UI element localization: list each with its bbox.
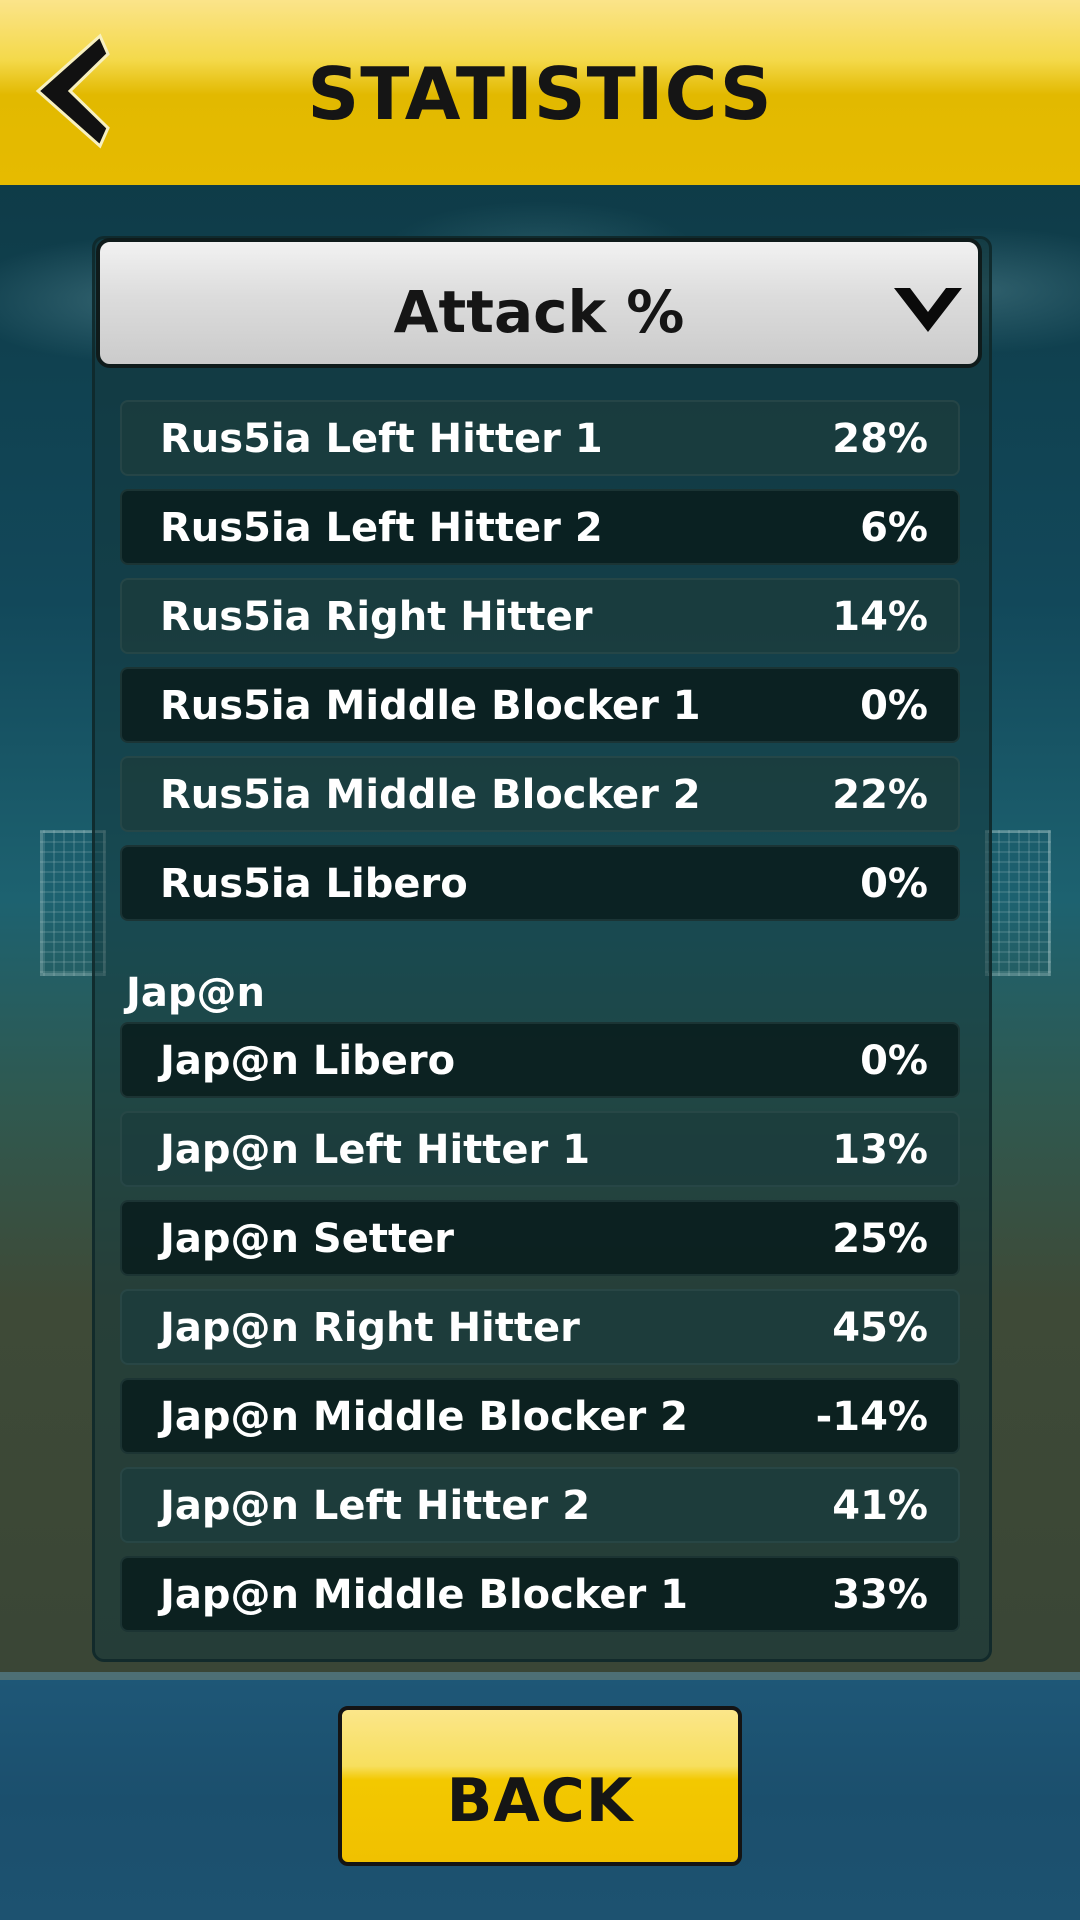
player-row: Jap@n Libero 0%	[120, 1022, 960, 1098]
player-value: 45%	[832, 1305, 928, 1351]
back-button-label: BACK	[446, 1766, 634, 1836]
player-row: Jap@n Setter 25%	[120, 1200, 960, 1276]
player-row: Jap@n Middle Blocker 2 -14%	[120, 1378, 960, 1454]
player-value: 0%	[860, 683, 928, 729]
player-row: Rus5ia Right Hitter 14%	[120, 578, 960, 654]
team-section-label: Jap@n	[126, 970, 265, 1016]
player-value: 0%	[860, 1038, 928, 1084]
player-name: Rus5ia Left Hitter 2	[160, 505, 603, 551]
player-row: Rus5ia Libero 0%	[120, 845, 960, 921]
player-row: Jap@n Right Hitter 45%	[120, 1289, 960, 1365]
volleyball-net-right	[985, 830, 1051, 976]
player-value: 13%	[832, 1127, 928, 1173]
player-row: Rus5ia Middle Blocker 2 22%	[120, 756, 960, 832]
chevron-down-icon	[892, 284, 964, 336]
player-name: Rus5ia Middle Blocker 1	[160, 683, 701, 729]
player-name: Jap@n Middle Blocker 2	[160, 1394, 688, 1440]
player-name: Rus5ia Left Hitter 1	[160, 416, 603, 462]
player-value: 14%	[832, 594, 928, 640]
player-name: Jap@n Setter	[160, 1216, 454, 1262]
page-title: STATISTICS	[307, 52, 773, 136]
player-name: Rus5ia Libero	[160, 861, 468, 907]
player-name: Jap@n Middle Blocker 1	[160, 1572, 688, 1618]
header-bar: STATISTICS	[0, 0, 1080, 185]
player-value: 6%	[860, 505, 928, 551]
player-value: 28%	[832, 416, 928, 462]
stat-type-dropdown[interactable]: Attack %	[96, 238, 982, 368]
player-name: Jap@n Left Hitter 1	[160, 1127, 591, 1173]
player-row: Jap@n Left Hitter 1 13%	[120, 1111, 960, 1187]
player-name: Jap@n Libero	[160, 1038, 456, 1084]
player-row: Rus5ia Left Hitter 1 28%	[120, 400, 960, 476]
player-value: -14%	[815, 1394, 928, 1440]
player-value: 33%	[832, 1572, 928, 1618]
back-button[interactable]: BACK	[338, 1706, 742, 1866]
player-name: Rus5ia Right Hitter	[160, 594, 593, 640]
player-value: 22%	[832, 772, 928, 818]
player-row: Jap@n Middle Blocker 1 33%	[120, 1556, 960, 1632]
player-value: 41%	[832, 1483, 928, 1529]
player-row: Rus5ia Left Hitter 2 6%	[120, 489, 960, 565]
player-row: Rus5ia Middle Blocker 1 0%	[120, 667, 960, 743]
player-value: 0%	[860, 861, 928, 907]
player-name: Jap@n Right Hitter	[160, 1305, 580, 1351]
player-row: Jap@n Left Hitter 2 41%	[120, 1467, 960, 1543]
player-name: Jap@n Left Hitter 2	[160, 1483, 591, 1529]
player-name: Rus5ia Middle Blocker 2	[160, 772, 701, 818]
stat-type-label: Attack %	[393, 278, 685, 346]
player-value: 25%	[832, 1216, 928, 1262]
